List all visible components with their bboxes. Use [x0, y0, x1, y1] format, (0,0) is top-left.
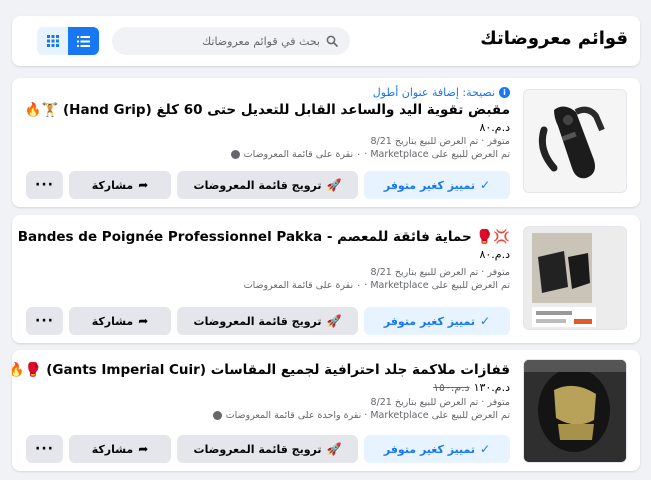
- listing-status: متوفر · تم العرض للبيع بتاريخ 8/21: [370, 136, 510, 147]
- page-title: قوائم معروضاتك: [480, 28, 628, 49]
- listing-title[interactable]: مقبض تقوية اليد والساعد القابل للتعديل ح…: [25, 101, 510, 119]
- listing-views-text: تم العرض للبيع على Marketplace · ٠ نقرة …: [243, 149, 510, 160]
- mark-unavailable-label: تمييز كغير متوفر: [383, 178, 476, 192]
- listing-price: د.م.٨٠: [479, 121, 510, 134]
- current-price: د.م.١٣٠: [473, 381, 510, 394]
- listing-actions: ··· مشاركة ➦ ترويج قائمة المعروضات 🚀 تمييز…: [26, 171, 510, 199]
- share-button[interactable]: مشاركة ➦: [69, 435, 171, 463]
- listing-views: تم العرض للبيع على Marketplace · نقرة وا…: [26, 409, 510, 422]
- checkmark-icon: ✓: [480, 442, 491, 456]
- listing-photo-hand-grip[interactable]: [523, 89, 627, 193]
- listings-header: قوائم معروضاتك: [12, 16, 640, 66]
- more-options-button[interactable]: ···: [26, 307, 63, 335]
- rocket-icon: 🚀: [326, 442, 342, 456]
- promote-listing-button[interactable]: ترويج قائمة المعروضات 🚀: [177, 307, 358, 335]
- view-toggle: [37, 27, 100, 55]
- grid-view-button[interactable]: [37, 27, 68, 55]
- listing-tip[interactable]: i نصيحة: إضافة عنوان أطول: [26, 84, 510, 100]
- listing-views-text: تم العرض للبيع على Marketplace · ٠ نقرة …: [243, 280, 510, 291]
- checkmark-icon: ✓: [480, 314, 491, 328]
- tip-text: نصيحة: إضافة عنوان أطول: [372, 85, 495, 99]
- listing-price: د.م.١٣٠د.م.١٥٠: [26, 380, 510, 395]
- mark-unavailable-button[interactable]: تمييز كغير متوفر ✓: [364, 435, 510, 463]
- listing-title[interactable]: قفازات ملاكمة جلد احترافية لجميع المقاسا…: [12, 361, 510, 379]
- original-price: د.م.١٥٠: [433, 381, 470, 394]
- listing-info: i نصيحة: إضافة عنوان أطول مقبض تقوية الي…: [25, 84, 510, 161]
- share-label: مشاركة: [91, 442, 134, 456]
- info-icon: i: [499, 86, 510, 98]
- share-label: مشاركة: [91, 314, 134, 328]
- share-label: مشاركة: [91, 178, 134, 192]
- search-icon: [326, 35, 338, 47]
- listing-price: د.م.٨٠: [479, 248, 510, 261]
- listing-info: قفازات ملاكمة جلد احترافية لجميع المقاسا…: [12, 360, 510, 422]
- listing-views: تم العرض للبيع على Marketplace · ٠ نقرة …: [26, 148, 510, 161]
- share-button[interactable]: مشاركة ➦: [69, 171, 171, 199]
- share-button[interactable]: مشاركة ➦: [69, 307, 171, 335]
- more-options-button[interactable]: ···: [26, 435, 63, 463]
- listing-card[interactable]: 💢🥊 حماية فائقة للمعصم - Bandes de Poigné…: [12, 215, 640, 343]
- search-box[interactable]: [112, 27, 350, 55]
- promote-label: ترويج قائمة المعروضات: [193, 314, 322, 328]
- more-options-button[interactable]: ···: [26, 171, 63, 199]
- list-icon: [77, 35, 90, 47]
- mark-unavailable-label: تمييز كغير متوفر: [383, 314, 476, 328]
- mark-unavailable-button[interactable]: تمييز كغير متوفر ✓: [364, 307, 510, 335]
- promote-listing-button[interactable]: ترويج قائمة المعروضات 🚀: [177, 435, 358, 463]
- promote-label: ترويج قائمة المعروضات: [193, 442, 322, 456]
- listing-actions: ··· مشاركة ➦ ترويج قائمة المعروضات 🚀 تمييز…: [26, 435, 510, 463]
- listing-photo-boxing-gloves[interactable]: [523, 359, 627, 463]
- listing-status: متوفر · تم العرض للبيع بتاريخ 8/21: [370, 267, 510, 278]
- settings-icon: [212, 411, 222, 420]
- listing-status: متوفر · تم العرض للبيع بتاريخ 8/21: [370, 397, 510, 408]
- listing-actions: ··· مشاركة ➦ ترويج قائمة المعروضات 🚀 تمييز…: [26, 307, 510, 335]
- share-icon: ➦: [138, 442, 149, 456]
- listing-card[interactable]: i نصيحة: إضافة عنوان أطول مقبض تقوية الي…: [12, 78, 640, 207]
- promote-listing-button[interactable]: ترويج قائمة المعروضات 🚀: [177, 171, 358, 199]
- promote-label: ترويج قائمة المعروضات: [193, 178, 322, 192]
- listing-views-text: تم العرض للبيع على Marketplace · نقرة وا…: [225, 410, 510, 421]
- hand-grip-image: [524, 90, 626, 192]
- wrist-wraps-image: [524, 227, 626, 329]
- grid-icon: [46, 35, 59, 47]
- listing-views: تم العرض للبيع على Marketplace · ٠ نقرة …: [26, 279, 510, 292]
- mark-unavailable-label: تمييز كغير متوفر: [383, 442, 476, 456]
- search-input[interactable]: [120, 34, 320, 48]
- settings-icon: [230, 150, 240, 159]
- listing-info: 💢🥊 حماية فائقة للمعصم - Bandes de Poigné…: [18, 227, 510, 292]
- mark-unavailable-button[interactable]: تمييز كغير متوفر ✓: [364, 171, 510, 199]
- boxing-gloves-image: [524, 360, 626, 462]
- share-icon: ➦: [138, 178, 149, 192]
- share-icon: ➦: [138, 314, 149, 328]
- list-view-button[interactable]: [68, 27, 99, 55]
- listing-photo-wrist-wraps[interactable]: [523, 226, 627, 330]
- rocket-icon: 🚀: [326, 178, 342, 192]
- listing-card[interactable]: قفازات ملاكمة جلد احترافية لجميع المقاسا…: [12, 350, 640, 471]
- checkmark-icon: ✓: [480, 178, 491, 192]
- rocket-icon: 🚀: [326, 314, 342, 328]
- listing-title[interactable]: 💢🥊 حماية فائقة للمعصم - Bandes de Poigné…: [18, 228, 510, 246]
